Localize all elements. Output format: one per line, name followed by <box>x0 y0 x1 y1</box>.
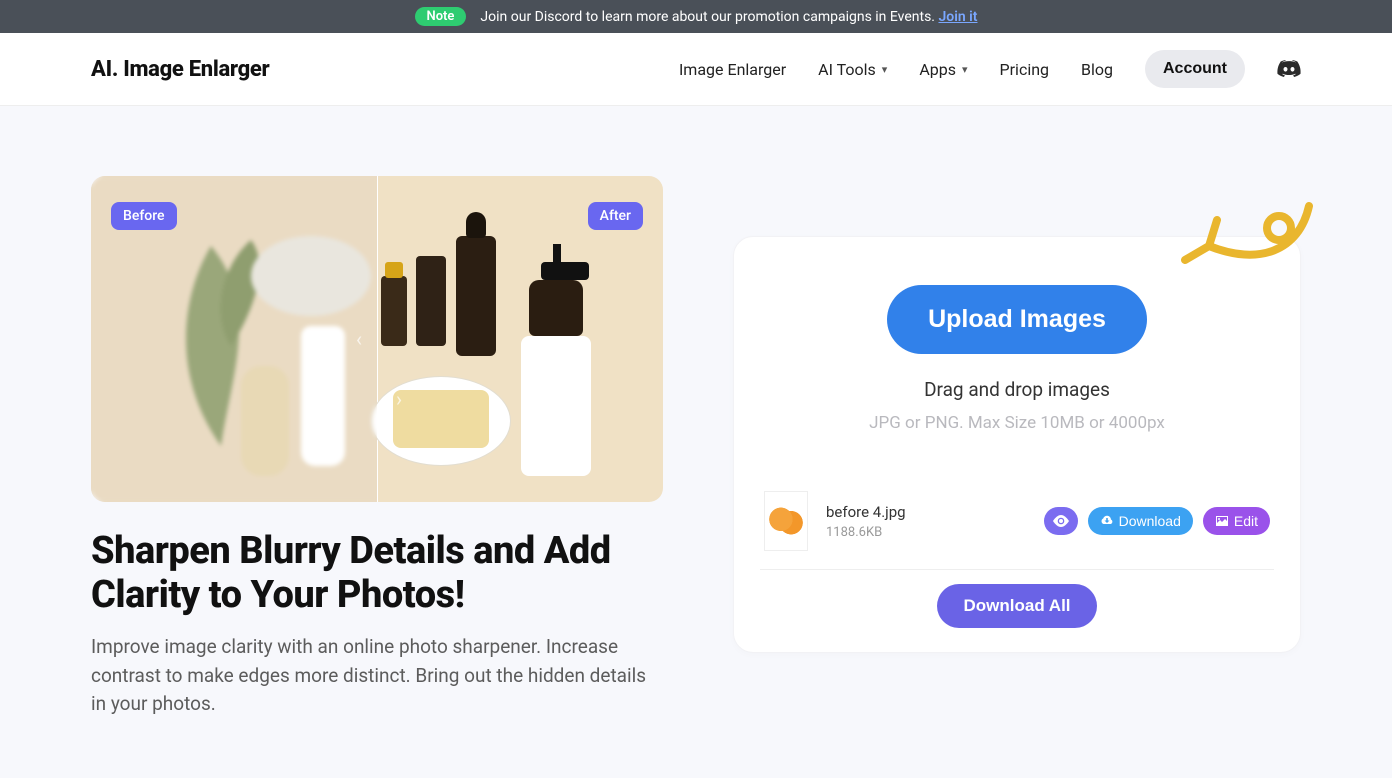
account-button[interactable]: Account <box>1145 50 1245 88</box>
after-badge: After <box>588 202 643 230</box>
image-edit-icon <box>1215 515 1229 527</box>
join-discord-link[interactable]: Join it <box>938 9 977 25</box>
promo-banner: Note Join our Discord to learn more abou… <box>0 0 1392 33</box>
nav-blog[interactable]: Blog <box>1081 60 1113 79</box>
decorative-dropper <box>456 236 496 356</box>
cloud-download-icon <box>1100 514 1114 528</box>
file-size: 1188.6KB <box>826 525 1026 540</box>
note-badge: Note <box>415 7 467 26</box>
upload-hint: JPG or PNG. Max Size 10MB or 4000px <box>760 413 1274 433</box>
uploaded-file-row: before 4.jpg 1188.6KB Download Edit <box>760 491 1274 570</box>
preview-button[interactable] <box>1044 507 1078 535</box>
eye-icon <box>1053 515 1069 527</box>
banner-text: Join our Discord to learn more about our… <box>480 9 977 25</box>
download-all-button[interactable]: Download All <box>937 584 1096 628</box>
edit-button[interactable]: Edit <box>1203 507 1270 535</box>
nav-pricing[interactable]: Pricing <box>1000 60 1050 79</box>
chevron-down-icon: ▾ <box>962 63 968 76</box>
carousel-next-icon[interactable]: › <box>387 387 411 411</box>
nav-apps[interactable]: Apps ▾ <box>919 60 967 79</box>
upload-card: Upload Images Drag and drop images JPG o… <box>733 236 1301 653</box>
decorative-vial <box>416 256 446 346</box>
hero-subtext: Improve image clarity with an online pho… <box>91 633 663 719</box>
nav-ai-tools[interactable]: AI Tools ▾ <box>818 60 887 79</box>
hero-headline: Sharpen Blurry Details and Add Clarity t… <box>91 530 663 617</box>
curly-arrow-icon <box>1179 196 1319 286</box>
before-after-preview: Before After ‹ › <box>91 176 663 502</box>
upload-images-button[interactable]: Upload Images <box>887 285 1147 354</box>
logo[interactable]: AI. Image Enlarger <box>91 57 269 82</box>
main-content: Before After ‹ › Sharpen Blurry Details … <box>81 106 1311 759</box>
nav-image-enlarger[interactable]: Image Enlarger <box>679 60 786 79</box>
file-name: before 4.jpg <box>826 503 1026 521</box>
drop-instruction: Drag and drop images <box>760 378 1274 401</box>
decorative-vial <box>381 276 407 346</box>
before-badge: Before <box>111 202 177 230</box>
chevron-down-icon: ▾ <box>882 63 888 76</box>
decorative-pump-bottle <box>511 246 601 476</box>
file-thumbnail <box>764 491 808 551</box>
discord-icon[interactable] <box>1277 60 1301 78</box>
carousel-prev-icon[interactable]: ‹ <box>347 327 371 351</box>
main-nav: Image Enlarger AI Tools ▾ Apps ▾ Pricing… <box>679 50 1301 88</box>
download-button[interactable]: Download <box>1088 507 1193 535</box>
site-header: AI. Image Enlarger Image Enlarger AI Too… <box>0 33 1392 106</box>
